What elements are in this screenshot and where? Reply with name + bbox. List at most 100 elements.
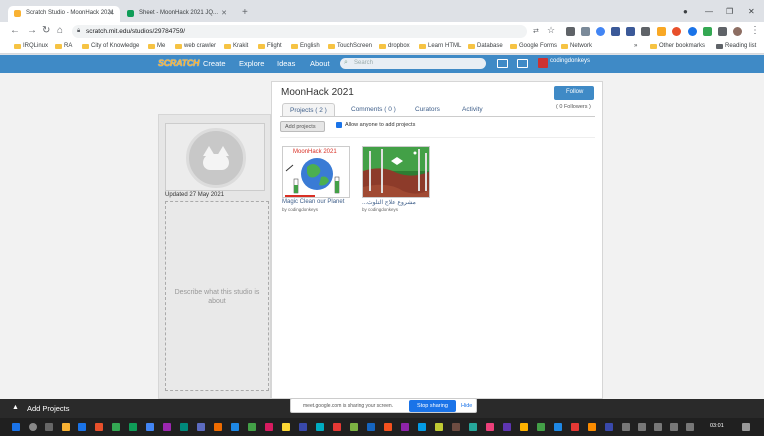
scratch-logo[interactable]: SCRATCH [158,58,200,68]
bookmark[interactable]: IRQLinux [14,43,48,49]
description-field[interactable]: Describe what this studio is about [165,201,269,391]
taskbar-app-icon[interactable] [503,423,511,431]
other-bookmarks[interactable]: Other bookmarks [650,43,705,49]
bookmark[interactable]: Network [561,43,592,49]
taskbar-app-icon[interactable] [367,423,375,431]
taskbar-app-icon[interactable] [129,423,137,431]
taskbar-app-icon[interactable] [554,423,562,431]
avatar[interactable] [733,27,742,36]
notifications-icon[interactable] [742,423,750,431]
bookmark[interactable]: Google Forms [510,43,557,49]
extension-icon[interactable] [688,27,697,36]
more-bookmarks-icon[interactable]: » [634,43,637,49]
forward-icon[interactable]: → [27,25,37,36]
extension-icon[interactable] [641,27,650,36]
project-thumbnail[interactable] [362,146,430,198]
facebook-icon[interactable] [611,27,620,36]
tab-projects[interactable]: Projects ( 2 ) [282,103,335,116]
maximize-icon[interactable]: ❐ [726,7,733,16]
user-menu[interactable]: codingdonkeys [538,58,590,68]
taskbar-app-icon[interactable] [248,423,256,431]
taskbar-app-icon[interactable] [282,423,290,431]
taskbar-app-icon[interactable] [605,423,613,431]
volume-icon[interactable] [670,423,678,431]
taskbar-app-icon[interactable] [571,423,579,431]
taskbar-app-icon[interactable] [146,423,154,431]
taskbar-app-icon[interactable] [469,423,477,431]
facebook-icon[interactable] [626,27,635,36]
task-view-icon[interactable] [45,423,53,431]
translate-icon[interactable]: ⇄ [533,27,539,35]
wifi-icon[interactable] [654,423,662,431]
bookmark[interactable]: City of Knowledge [82,43,139,49]
tray-icon[interactable] [638,423,646,431]
taskbar-app-icon[interactable] [112,423,120,431]
taskbar-app-icon[interactable] [299,423,307,431]
search-input[interactable]: ⌕ Search [340,58,486,69]
my-stuff-icon[interactable] [517,59,528,68]
taskbar-app-icon[interactable] [520,423,528,431]
taskbar-app-icon[interactable] [350,423,358,431]
reading-list[interactable]: Reading list [716,43,756,49]
taskbar-app-icon[interactable] [401,423,409,431]
taskbar-app-icon[interactable] [197,423,205,431]
studio-thumbnail[interactable] [165,123,265,191]
project-title[interactable]: ...مشروع علاج التلوث [362,199,416,206]
stop-sharing-button[interactable]: Stop sharing [409,400,456,412]
bookmark[interactable]: Learn HTML [419,43,461,49]
nav-ideas[interactable]: Ideas [277,59,295,68]
taskbar-app-icon[interactable] [62,423,70,431]
taskbar-app-icon[interactable] [163,423,171,431]
profile-icon[interactable]: ● [683,7,688,16]
bookmark[interactable]: dropbox [379,43,410,49]
extension-icon[interactable] [703,27,712,36]
tray-icon[interactable] [622,423,630,431]
bookmark[interactable]: Flight [258,43,282,49]
star-icon[interactable]: ☆ [547,25,555,36]
taskbar-app-icon[interactable] [231,423,239,431]
extension-icon[interactable] [657,27,666,36]
clock[interactable]: 03:01 [710,423,724,429]
taskbar-app-icon[interactable] [265,423,273,431]
taskbar-app-icon[interactable] [333,423,341,431]
puzzle-icon[interactable] [718,27,727,36]
taskbar-app-icon[interactable] [316,423,324,431]
allow-anyone-checkbox[interactable]: Allow anyone to add projects [336,122,415,128]
bookmark[interactable]: Krakit [224,43,248,49]
taskbar-app-icon[interactable] [486,423,494,431]
address-bar[interactable]: 🔒︎ scratch.mit.edu/studios/29784759/ [72,25,527,38]
bookmark[interactable]: TouchScreen [328,43,372,49]
taskbar-app-icon[interactable] [384,423,392,431]
project-title[interactable]: Magic Clean our Planet [282,199,344,205]
taskbar-app-icon[interactable] [537,423,545,431]
extension-icon[interactable] [566,27,575,36]
tab-activity[interactable]: Activity [455,103,490,116]
bookmark[interactable]: RA [55,43,72,49]
extension-icon[interactable] [672,27,681,36]
project-author[interactable]: by codingdonkeys [362,207,398,212]
close-window-icon[interactable]: ✕ [748,7,755,16]
language-icon[interactable] [686,423,694,431]
nav-about[interactable]: About [310,59,330,68]
follow-button[interactable]: Follow [554,86,594,100]
close-icon[interactable]: ✕ [221,9,227,17]
start-icon[interactable] [12,423,20,431]
bookmark[interactable]: Database [468,43,503,49]
add-projects-button[interactable]: Add projects [280,121,325,132]
bookmark[interactable]: web crawler [175,43,216,49]
project-author[interactable]: by codingdonkeys [282,207,318,212]
home-icon[interactable]: ⌂ [57,25,63,36]
extension-icon[interactable] [581,27,590,36]
tab-comments[interactable]: Comments ( 0 ) [344,103,403,116]
messages-icon[interactable] [497,59,508,68]
nav-explore[interactable]: Explore [239,59,264,68]
new-tab-icon[interactable]: + [242,7,248,18]
tab-scratch-studio[interactable]: Scratch Studio - MoonHack 2021 ✕ [8,6,120,22]
extension-icon[interactable] [596,27,605,36]
tab-curators[interactable]: Curators [408,103,447,116]
nav-create[interactable]: Create [203,59,226,68]
back-icon[interactable]: ← [10,25,20,36]
reload-icon[interactable]: ↻ [42,25,50,36]
hide-button[interactable]: Hide [461,403,472,409]
taskbar-app-icon[interactable] [78,423,86,431]
